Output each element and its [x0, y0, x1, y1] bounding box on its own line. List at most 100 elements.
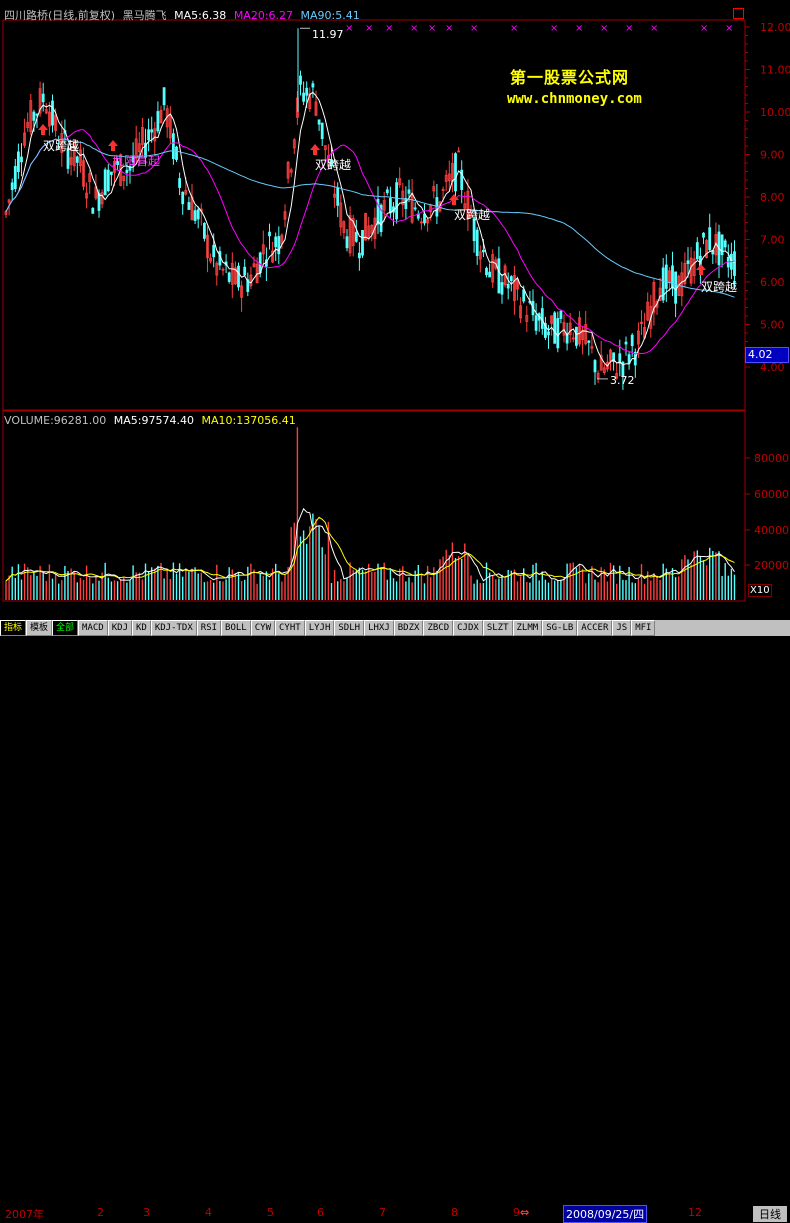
- candle-body: [388, 198, 392, 214]
- tab-boll[interactable]: BOLL: [221, 620, 251, 636]
- candle-body: [404, 198, 408, 209]
- price-tick-label: 12.00: [760, 21, 790, 34]
- candle-body: [686, 260, 690, 264]
- buy-signal-arrow: [696, 264, 706, 275]
- tab-lyjh[interactable]: LYJH: [304, 620, 335, 636]
- tab-slzt[interactable]: SLZT: [482, 620, 513, 636]
- candle-body: [454, 153, 457, 192]
- price-tick-label: 5.00: [760, 319, 785, 332]
- candle-body: [553, 312, 557, 344]
- tab-mfi[interactable]: MFI: [631, 620, 656, 636]
- scroll-arrows-icon[interactable]: ⇔: [520, 1206, 529, 1219]
- candle-body: [593, 360, 597, 373]
- tab-zbcd[interactable]: ZBCD: [423, 620, 454, 636]
- watermark-title: 第一股票公式网: [510, 68, 630, 87]
- tab-accer[interactable]: ACCER: [577, 620, 613, 636]
- candle-body: [274, 236, 278, 248]
- tab-cjdx[interactable]: CJDX: [453, 620, 483, 636]
- volume-tick-label: 20000: [754, 559, 789, 572]
- candle-body: [695, 242, 699, 260]
- tab-lhxj[interactable]: LHXJ: [364, 620, 394, 636]
- tab-kdj-tdx[interactable]: KDJ-TDX: [150, 620, 197, 636]
- candle-body: [311, 83, 315, 88]
- period-button[interactable]: 日线: [753, 1206, 787, 1222]
- signal-marker: ×: [385, 23, 393, 34]
- volume-tick-label: 80000: [754, 452, 789, 465]
- candle-body: [522, 289, 526, 302]
- candle-body: [336, 187, 340, 206]
- candle-body: [20, 156, 23, 163]
- candle-body: [299, 75, 302, 85]
- high-label: 11.97: [312, 28, 344, 41]
- tab-sg-lb[interactable]: SG-LB: [542, 620, 578, 636]
- candle-body: [395, 182, 399, 220]
- annotation-cross-2: 双跨越: [315, 158, 352, 172]
- tab-cyw[interactable]: CYW: [250, 620, 275, 636]
- tab-sdlh[interactable]: SDLH: [334, 620, 365, 636]
- signal-marker: ×: [365, 23, 373, 34]
- tab-指标[interactable]: 指标: [0, 620, 27, 636]
- candle-body: [147, 129, 151, 141]
- candle-body: [361, 230, 364, 256]
- close-icon[interactable]: [733, 8, 744, 19]
- candle-body: [481, 249, 485, 253]
- candle-body: [171, 133, 175, 160]
- tab-macd[interactable]: MACD: [78, 620, 108, 636]
- tab-zlmm[interactable]: ZLMM: [512, 620, 543, 636]
- candle-body: [506, 283, 510, 289]
- candle-body: [196, 209, 200, 220]
- candle-body: [162, 87, 166, 106]
- tab-js[interactable]: JS: [612, 620, 632, 636]
- date-label: 7: [379, 1206, 386, 1219]
- candle-body: [733, 251, 736, 276]
- tab-全部[interactable]: 全部: [52, 620, 79, 636]
- candle-body: [534, 315, 538, 331]
- low-label: 3.72: [610, 374, 635, 387]
- chart-canvas[interactable]: 12.0011.0010.009.008.007.006.005.004.008…: [0, 0, 790, 636]
- signal-marker: ×: [575, 23, 583, 34]
- price-tick-label: 7.00: [760, 234, 785, 247]
- tab-kdj[interactable]: KDJ: [107, 620, 132, 636]
- tab-kd[interactable]: KD: [132, 620, 151, 636]
- candle-body: [125, 169, 129, 174]
- annotation-cross-3: 双跨越: [454, 208, 491, 222]
- tab-rsi[interactable]: RSI: [196, 620, 222, 636]
- tab-cyht[interactable]: CYHT: [275, 620, 305, 636]
- candle-body: [10, 182, 14, 191]
- candle-body: [413, 207, 417, 210]
- candle-body: [106, 169, 110, 192]
- signal-marker: ×: [470, 23, 478, 34]
- candle-body: [345, 236, 349, 249]
- candle-body: [509, 276, 513, 281]
- watermark-url: www.chnmoney.com: [507, 91, 642, 107]
- volume-value: VOLUME:96281.00: [4, 414, 107, 427]
- candle-body: [41, 93, 45, 103]
- buy-signal-arrow: [38, 124, 48, 135]
- cursor-date: 2008/09/25/四: [563, 1205, 648, 1223]
- candle-body: [475, 229, 479, 257]
- date-label: 2: [97, 1206, 104, 1219]
- candle-body: [317, 119, 321, 125]
- candle-body: [212, 244, 216, 258]
- candle-body: [193, 210, 197, 221]
- candle-body: [488, 271, 492, 278]
- date-label: 2007年: [5, 1208, 44, 1221]
- annotation-rise: 九阳喜起: [112, 154, 161, 168]
- candle-body: [674, 271, 677, 304]
- candle-body: [150, 129, 154, 133]
- annotation-cross-4: 双跨越: [701, 280, 738, 294]
- signal-marker: ×: [428, 23, 436, 34]
- candle-body: [202, 222, 206, 239]
- tab-模板[interactable]: 模板: [26, 620, 53, 636]
- annotation-cross-1: 双跨越: [43, 139, 80, 153]
- tab-bdzx[interactable]: BDZX: [393, 620, 424, 636]
- price-tick-label: 10.00: [760, 106, 790, 119]
- candle-body: [385, 189, 389, 194]
- price-tick-label: 11.00: [760, 64, 790, 77]
- candle-body: [187, 202, 191, 210]
- date-label: 5: [267, 1206, 274, 1219]
- candle-body: [702, 232, 705, 238]
- candle-body: [624, 341, 628, 345]
- ma5-value: MA5:6.38: [174, 9, 227, 22]
- candle-body: [227, 272, 231, 282]
